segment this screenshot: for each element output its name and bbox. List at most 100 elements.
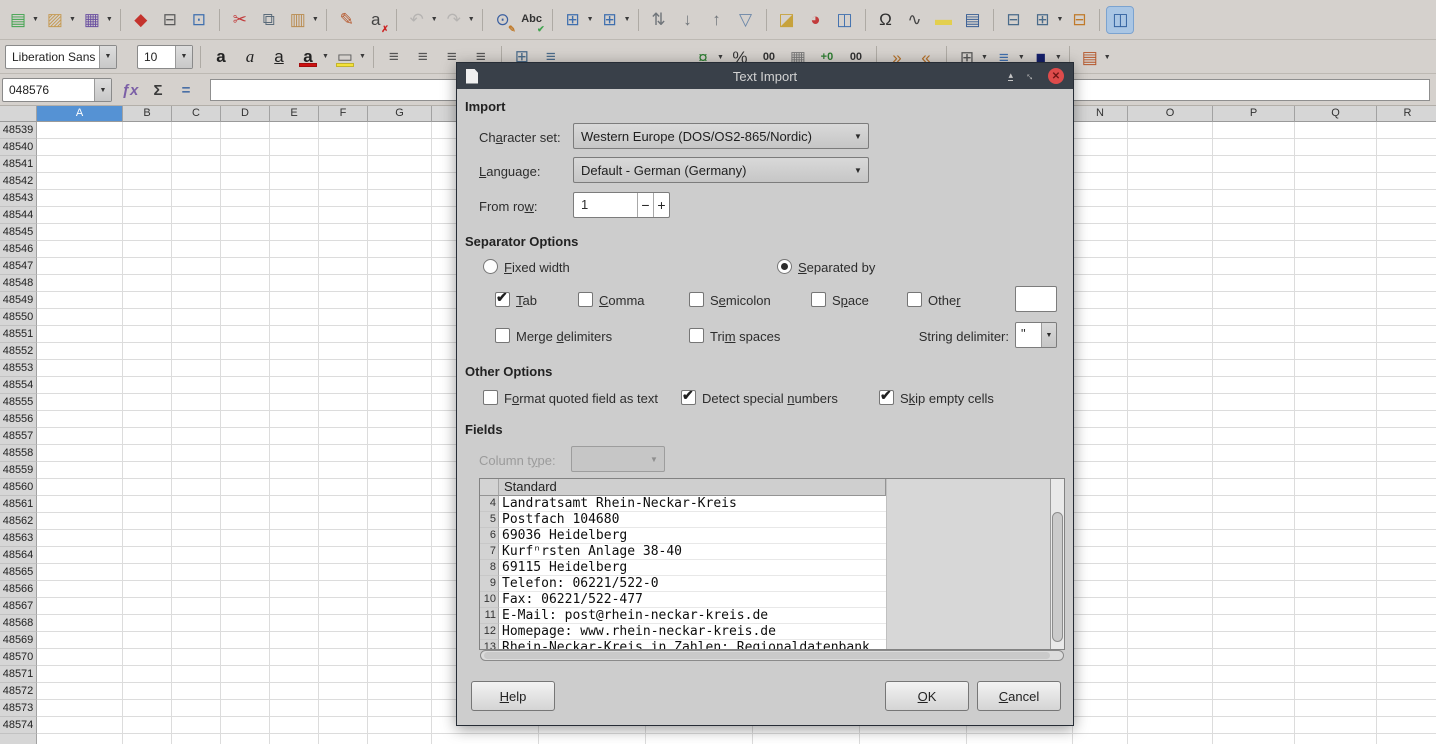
merge-delimiters-checkbox[interactable]: ✔ bbox=[495, 328, 510, 343]
freeze-panes-button[interactable]: ⊞ bbox=[1030, 7, 1056, 33]
font-name-combo[interactable]: Liberation Sans ▼ bbox=[5, 45, 117, 69]
insert-pivot-table-button[interactable]: ◫ bbox=[832, 7, 858, 33]
row-header[interactable]: 48551 bbox=[0, 326, 37, 343]
paste-button-dropdown[interactable]: ▼ bbox=[312, 16, 319, 23]
space-checkbox[interactable]: ✔ bbox=[811, 292, 826, 307]
row-header[interactable]: 48558 bbox=[0, 445, 37, 462]
open-button[interactable]: ▨ bbox=[42, 7, 68, 33]
export-pdf-button[interactable]: ◆ bbox=[128, 7, 154, 33]
column-header-D[interactable]: D bbox=[221, 106, 270, 122]
trim-spaces-label[interactable]: Trim spaces bbox=[710, 329, 780, 344]
redo-button-dropdown[interactable]: ▼ bbox=[468, 16, 475, 23]
row-header[interactable]: 48559 bbox=[0, 462, 37, 479]
column-header-Q[interactable]: Q bbox=[1295, 106, 1377, 122]
row-header[interactable]: 48542 bbox=[0, 173, 37, 190]
formula-icon[interactable]: = bbox=[174, 78, 198, 102]
row-header[interactable]: 48567 bbox=[0, 598, 37, 615]
row-header[interactable]: 48541 bbox=[0, 156, 37, 173]
spin-minus-icon[interactable]: − bbox=[637, 193, 653, 217]
row-header[interactable]: 48550 bbox=[0, 309, 37, 326]
skip-empty-checkbox[interactable]: ✔ bbox=[879, 390, 894, 405]
dialog-titlebar[interactable]: Text Import ▴ ↔ ✕ bbox=[457, 63, 1073, 89]
row-header[interactable]: 48571 bbox=[0, 666, 37, 683]
new-spreadsheet-button[interactable]: ▤ bbox=[5, 7, 31, 33]
preview-vertical-scrollbar[interactable] bbox=[1050, 479, 1064, 649]
help-button[interactable]: Help bbox=[471, 681, 555, 711]
row-header[interactable]: 48562 bbox=[0, 513, 37, 530]
preview-horizontal-scrollbar[interactable] bbox=[480, 650, 1064, 661]
sort-button[interactable]: ⇅ bbox=[646, 7, 672, 33]
row-header[interactable]: 48540 bbox=[0, 139, 37, 156]
format-currency-button-dropdown[interactable]: ▼ bbox=[717, 54, 724, 61]
separated-by-label[interactable]: Separated by bbox=[798, 260, 875, 275]
row-header[interactable]: 48557 bbox=[0, 428, 37, 445]
insert-column-button-dropdown[interactable]: ▼ bbox=[624, 16, 631, 23]
other-label[interactable]: Other bbox=[928, 293, 961, 308]
horizontal-scroll-handle[interactable] bbox=[484, 652, 1050, 659]
clear-formatting-button[interactable]: a✗ bbox=[363, 7, 389, 33]
column-header-E[interactable]: E bbox=[270, 106, 319, 122]
select-all-corner[interactable] bbox=[0, 106, 37, 122]
column-header-C[interactable]: C bbox=[172, 106, 221, 122]
ok-button[interactable]: OK bbox=[885, 681, 969, 711]
column-header-R[interactable]: R bbox=[1377, 106, 1436, 122]
comma-label[interactable]: Comma bbox=[599, 293, 645, 308]
underline-button[interactable]: a bbox=[266, 44, 292, 70]
tab-label[interactable]: Tab bbox=[516, 293, 537, 308]
format-quoted-label[interactable]: Format quoted field as text bbox=[504, 391, 658, 406]
undo-button[interactable]: ↶ bbox=[404, 7, 430, 33]
shade-icon[interactable]: ▴ bbox=[1008, 72, 1013, 81]
preview-column-header[interactable]: Standard bbox=[499, 479, 886, 496]
skip-empty-label[interactable]: Skip empty cells bbox=[900, 391, 994, 406]
row-header[interactable]: 48556 bbox=[0, 411, 37, 428]
sort-descending-button[interactable]: ↓ bbox=[675, 7, 701, 33]
redo-button[interactable]: ↷ bbox=[441, 7, 467, 33]
row-header[interactable]: 48565 bbox=[0, 564, 37, 581]
draw-functions-button[interactable]: ∿ bbox=[902, 7, 928, 33]
string-delimiter-dropdown-icon[interactable]: ▼ bbox=[1041, 323, 1056, 347]
row-header[interactable]: 48568 bbox=[0, 615, 37, 632]
row-header[interactable]: 48569 bbox=[0, 632, 37, 649]
row-header[interactable]: 48563 bbox=[0, 530, 37, 547]
row-header[interactable] bbox=[0, 734, 37, 744]
detect-numbers-checkbox[interactable]: ✔ bbox=[681, 390, 696, 405]
row-header[interactable]: 48570 bbox=[0, 649, 37, 666]
font-color-button[interactable]: a bbox=[295, 44, 321, 70]
cut-button[interactable]: ✂ bbox=[227, 7, 253, 33]
sidebar-toggle-button[interactable]: ◫ bbox=[1107, 7, 1133, 33]
align-center-button[interactable]: ≡ bbox=[410, 44, 436, 70]
insert-column-button[interactable]: ⊞ bbox=[597, 7, 623, 33]
save-button[interactable]: ▦ bbox=[79, 7, 105, 33]
space-label[interactable]: Space bbox=[832, 293, 869, 308]
fixed-width-radio[interactable] bbox=[483, 259, 498, 274]
row-header[interactable]: 48573 bbox=[0, 700, 37, 717]
conditional-formatting-button-dropdown[interactable]: ▼ bbox=[1104, 54, 1111, 61]
semicolon-label[interactable]: Semicolon bbox=[710, 293, 771, 308]
border-color-button-dropdown[interactable]: ▼ bbox=[1055, 54, 1062, 61]
autofilter-button[interactable]: ▽ bbox=[733, 7, 759, 33]
row-header[interactable]: 48547 bbox=[0, 258, 37, 275]
vertical-scroll-handle[interactable] bbox=[1052, 512, 1063, 642]
from-row-value[interactable]: 1 bbox=[574, 193, 637, 217]
sum-icon[interactable]: Σ bbox=[146, 78, 170, 102]
bold-button[interactable]: a bbox=[208, 44, 234, 70]
spin-plus-icon[interactable]: + bbox=[653, 193, 669, 217]
row-header[interactable]: 48549 bbox=[0, 292, 37, 309]
language-select[interactable]: Default - German (Germany) ▼ bbox=[573, 157, 869, 183]
column-header-O[interactable]: O bbox=[1128, 106, 1213, 122]
paste-button[interactable]: ▥ bbox=[285, 7, 311, 33]
format-quoted-checkbox[interactable]: ✔ bbox=[483, 390, 498, 405]
other-checkbox[interactable]: ✔ bbox=[907, 292, 922, 307]
row-header[interactable]: 48545 bbox=[0, 224, 37, 241]
row-header[interactable]: 48572 bbox=[0, 683, 37, 700]
column-header-A[interactable]: A bbox=[37, 106, 123, 122]
save-button-dropdown[interactable]: ▼ bbox=[106, 16, 113, 23]
separated-by-radio[interactable] bbox=[777, 259, 792, 274]
find-replace-button[interactable]: ⊙✎ bbox=[490, 7, 516, 33]
charset-select[interactable]: Western Europe (DOS/OS2-865/Nordic) ▼ bbox=[573, 123, 869, 149]
conditional-formatting-button[interactable]: ▤ bbox=[1077, 44, 1103, 70]
font-name-dropdown-icon[interactable]: ▼ bbox=[99, 46, 116, 68]
row-header[interactable]: 48546 bbox=[0, 241, 37, 258]
column-header-N[interactable]: N bbox=[1073, 106, 1128, 122]
copy-button[interactable]: ⧉ bbox=[256, 7, 282, 33]
